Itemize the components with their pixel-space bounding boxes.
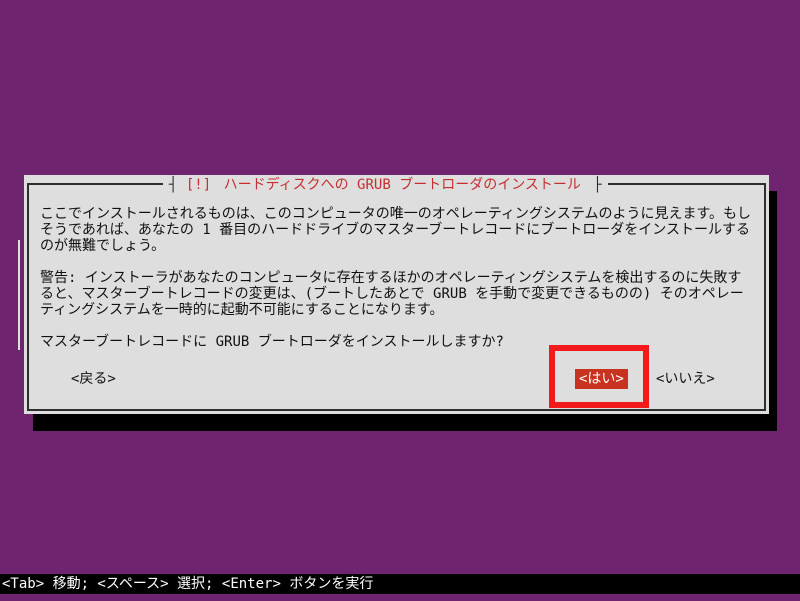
title-left-bracket: ┤ (169, 177, 178, 193)
title-right-bracket: ├ (593, 177, 602, 193)
background-window-edge (18, 240, 20, 350)
title-prefix: [!] (185, 177, 212, 193)
dialog-title: ┤ [!] ハードディスクへの GRUB ブートローダのインストール ├ (163, 175, 608, 195)
yes-button[interactable]: <はい> (575, 369, 628, 389)
title-text: ハードディスクへの GRUB ブートローダのインストール (223, 177, 581, 193)
dialog-paragraph-warning: 警告: インストーラがあなたのコンピュータに存在するほかのオペレーティングシステ… (40, 270, 744, 318)
status-bar: <Tab> 移動; <スペース> 選択; <Enter> ボタンを実行 (0, 574, 800, 594)
back-button[interactable]: <戻る> (71, 369, 116, 389)
grub-install-dialog: ┤ [!] ハードディスクへの GRUB ブートローダのインストール ├ ここで… (24, 175, 769, 414)
dialog-question: マスターブートレコードに GRUB ブートローダをインストールしますか? (40, 334, 504, 350)
dialog-body: ここでインストールされるものは、このコンピュータの唯一のオペレーティングシステム… (40, 206, 755, 350)
dialog-paragraph-intro: ここでインストールされるものは、このコンピュータの唯一のオペレーティングシステム… (40, 206, 752, 254)
installer-screen: ┤ [!] ハードディスクへの GRUB ブートローダのインストール ├ ここで… (0, 0, 800, 601)
no-button[interactable]: <いいえ> (656, 369, 715, 389)
